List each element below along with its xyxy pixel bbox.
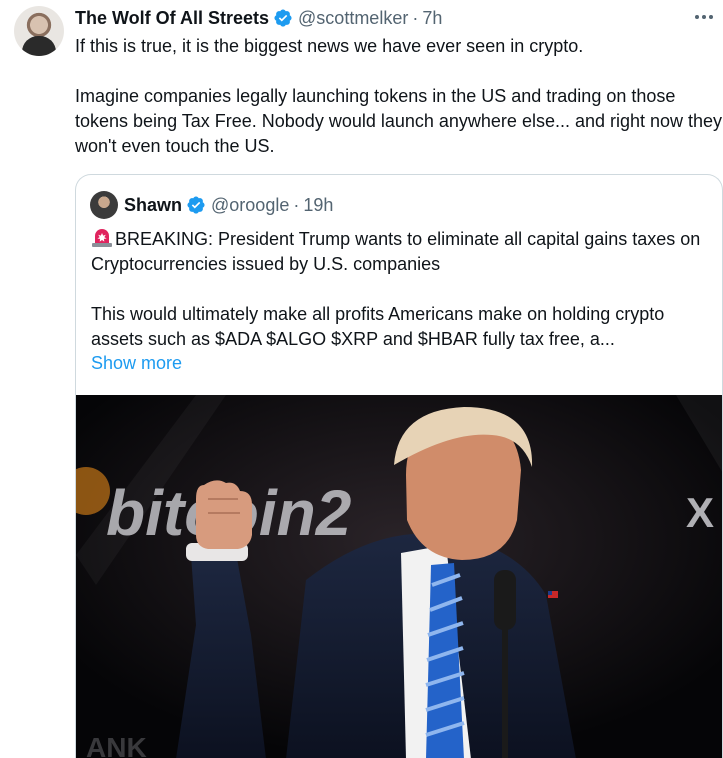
quote-author-handle[interactable]: @oroogle bbox=[211, 195, 289, 216]
header-separator: · bbox=[412, 7, 419, 28]
tweet[interactable]: The Wolf Of All Streets @scottmelker · 7… bbox=[0, 0, 723, 758]
quote-photo[interactable]: bitcoin2 X ANK bbox=[76, 395, 722, 758]
quote-header: Shawn @oroogle · 19h bbox=[90, 191, 333, 219]
quote-author-avatar[interactable] bbox=[90, 191, 118, 219]
more-dot bbox=[702, 15, 706, 19]
author-handle[interactable]: @scottmelker bbox=[298, 8, 408, 29]
verified-badge-icon bbox=[187, 196, 205, 214]
tweet-header: The Wolf Of All Streets @scottmelker · 7… bbox=[75, 6, 442, 30]
quote-text: BREAKING: President Trump wants to elimi… bbox=[91, 229, 701, 349]
siren-emoji-icon bbox=[92, 229, 112, 247]
verified-badge-icon bbox=[274, 9, 292, 27]
photo-sign-x: X bbox=[686, 489, 714, 536]
tweet-timestamp[interactable]: 7h bbox=[422, 8, 442, 29]
quote-text-container: BREAKING: President Trump wants to elimi… bbox=[91, 227, 711, 352]
more-options-icon[interactable] bbox=[691, 6, 717, 28]
photo-illustration: bitcoin2 X ANK bbox=[76, 395, 722, 758]
tweet-text: If this is true, it is the biggest news … bbox=[75, 36, 723, 156]
more-dot bbox=[709, 15, 713, 19]
author-name[interactable]: The Wolf Of All Streets bbox=[75, 8, 269, 29]
quoted-tweet[interactable]: Shawn @oroogle · 19h BREAKING: President… bbox=[75, 174, 723, 758]
more-dot bbox=[695, 15, 699, 19]
quote-author-name[interactable]: Shawn bbox=[124, 195, 182, 216]
quote-timestamp[interactable]: 19h bbox=[303, 195, 333, 216]
photo-bottom-text: ANK bbox=[86, 732, 147, 758]
quote-header-separator: · bbox=[293, 194, 300, 215]
show-more-link[interactable]: Show more bbox=[91, 351, 182, 376]
author-avatar[interactable] bbox=[14, 6, 64, 56]
avatar-body-shape bbox=[22, 36, 56, 56]
